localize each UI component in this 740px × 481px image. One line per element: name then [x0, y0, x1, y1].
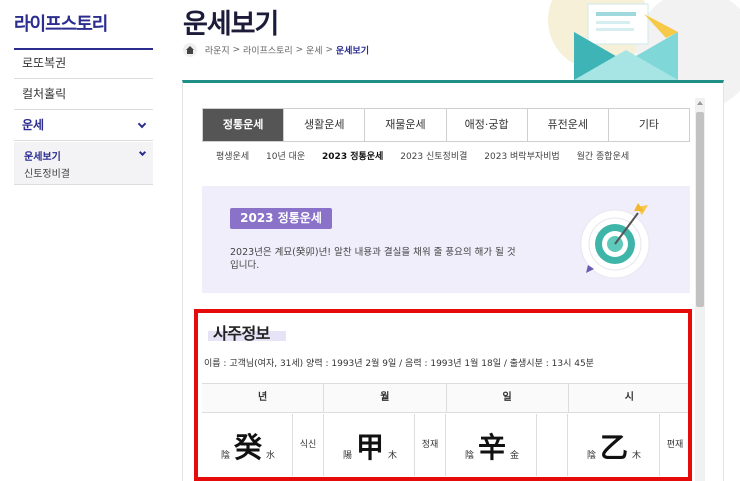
sidebar-item-label: 운세	[22, 118, 45, 132]
subtab-lifetime[interactable]: 평생운세	[216, 152, 249, 162]
subtab-2023-rich[interactable]: 2023 벼락부자비법	[484, 152, 559, 162]
tab-love[interactable]: 애정·궁합	[446, 109, 528, 141]
tab-etc[interactable]: 기타	[608, 109, 690, 141]
breadcrumb-current: 운세보기	[335, 46, 369, 57]
breadcrumb-separator: >	[232, 45, 241, 55]
sidebar-item-lotto[interactable]: 로또복권	[14, 48, 153, 79]
tab-life[interactable]: 생활운세	[284, 109, 366, 141]
chevron-down-icon	[137, 119, 147, 129]
scrollbar-thumb[interactable]	[696, 112, 704, 307]
subtab-2023-traditional[interactable]: 2023 정통운세	[322, 152, 383, 162]
banner-text: 2023년은 계묘(癸卯)년! 알찬 내용과 결실을 채워 줄 풍요의 해가 될…	[230, 247, 516, 271]
breadcrumb-item[interactable]: 운세	[306, 47, 323, 57]
sidebar-item-label: 컬처홀릭	[22, 87, 67, 101]
sidebar-title[interactable]: 라이프스토리	[14, 10, 108, 36]
banner-tag: 2023 정통운세	[230, 208, 332, 229]
sidebar-subitem-tojeong[interactable]: 신토정비결	[24, 165, 70, 180]
breadcrumb-separator: >	[325, 45, 333, 55]
tab-fusion[interactable]: 퓨전운세	[527, 109, 609, 141]
subtab-2023-tojeong[interactable]: 2023 신토정비결	[400, 152, 467, 162]
fortune-tabs: 정통운세 생활운세 재물운세 애정·궁합 퓨전운세 기타	[202, 108, 690, 142]
sidebar: 라이프스토리 로또복권 컬처홀릭 운세 운세보기 신토정비결	[0, 0, 153, 481]
scroll-up-arrow-icon[interactable]	[697, 101, 703, 105]
breadcrumb-item[interactable]: 라운지	[205, 47, 230, 57]
tab-wealth[interactable]: 재물운세	[365, 109, 447, 141]
sidebar-subitem-fortune-view[interactable]: 운세보기	[24, 148, 61, 163]
tab-traditional[interactable]: 정통운세	[203, 109, 285, 141]
envelope-illustration-icon	[574, 3, 678, 80]
breadcrumb-separator: >	[295, 45, 304, 55]
chevron-down-icon	[138, 148, 147, 157]
saju-highlight-box	[194, 309, 692, 481]
page-title: 운세보기	[183, 9, 279, 40]
sidebar-submenu: 운세보기 신토정비결	[14, 142, 153, 185]
sidebar-item-fortune[interactable]: 운세	[14, 110, 153, 141]
subtab-monthly[interactable]: 월간 종합운세	[577, 152, 630, 162]
fortune-subtabs: 평생운세 10년 대운 2023 정통운세 2023 신토정비결 2023 벼락…	[216, 149, 643, 162]
breadcrumb: 라운지 > 라이프스토리 > 운세 > 운세보기	[183, 43, 369, 59]
target-arrow-icon	[580, 203, 650, 279]
home-icon[interactable]	[183, 43, 197, 57]
sidebar-item-culture[interactable]: 컬처홀릭	[14, 79, 153, 110]
breadcrumb-item[interactable]: 라이프스토리	[243, 47, 293, 57]
subtab-10year[interactable]: 10년 대운	[266, 152, 305, 162]
sidebar-item-label: 로또복권	[22, 56, 67, 70]
